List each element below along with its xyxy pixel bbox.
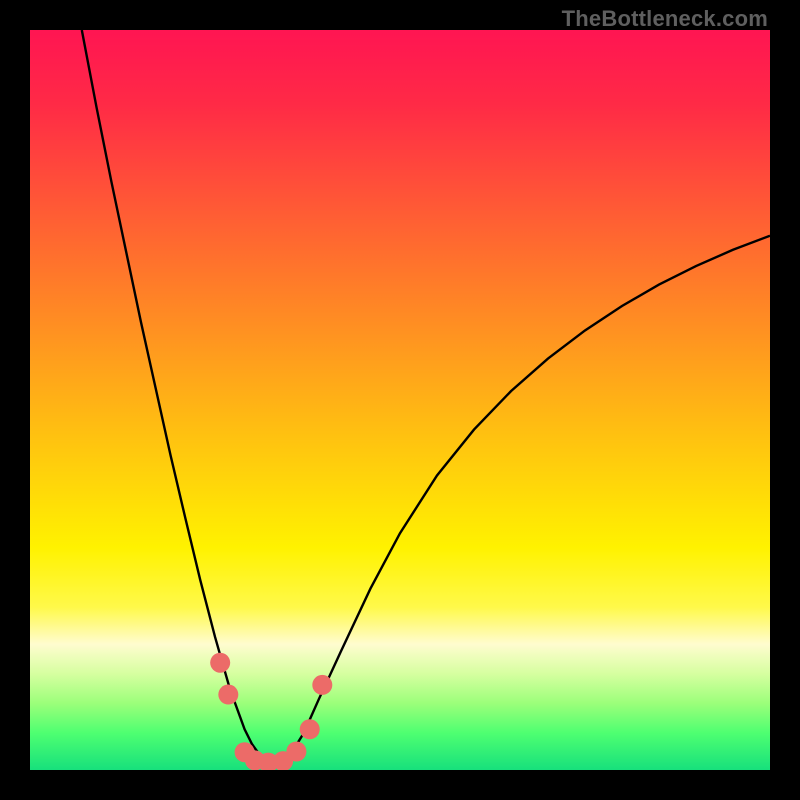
marker-point	[300, 719, 320, 739]
marker-point	[210, 653, 230, 673]
curve-layer	[30, 30, 770, 770]
marker-point	[286, 742, 306, 762]
watermark-text: TheBottleneck.com	[562, 6, 768, 32]
marker-point	[312, 675, 332, 695]
marker-point	[218, 685, 238, 705]
chart-frame: TheBottleneck.com	[0, 0, 800, 800]
bottleneck-curve	[82, 30, 770, 764]
plot-area	[30, 30, 770, 770]
